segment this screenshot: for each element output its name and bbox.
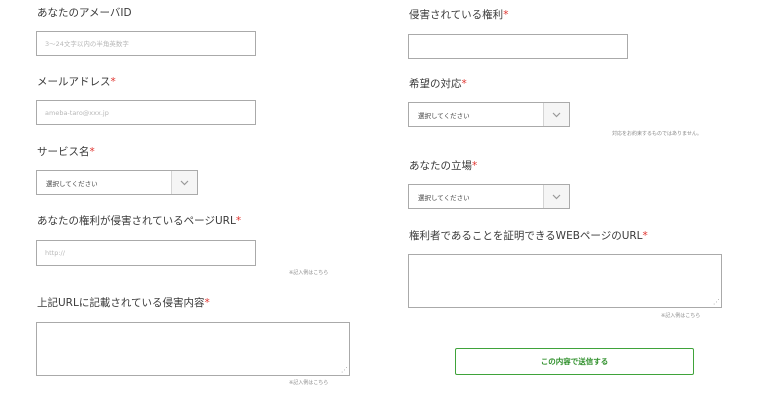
page-url-label: あなたの権利が侵害されているページURL* [37, 215, 242, 227]
page-url-input[interactable] [36, 240, 256, 266]
position-label: あなたの立場* [409, 160, 478, 172]
service-label: サービス名* [37, 146, 95, 158]
chevron-down-icon [543, 103, 569, 126]
infringed-right-input[interactable] [408, 34, 628, 59]
position-select-value: 選択してください [418, 193, 470, 202]
content-label: 上記URLに記載されている侵害内容* [37, 297, 210, 309]
ameba-id-input[interactable] [36, 31, 256, 56]
content-textarea[interactable] [36, 322, 350, 376]
page-url-example-link[interactable]: ※記入例はこちら [289, 270, 328, 276]
resize-grip-icon[interactable]: ⋰ [341, 367, 348, 374]
service-select[interactable]: 選択してください [36, 170, 198, 195]
content-example-link[interactable]: ※記入例はこちら [289, 380, 328, 386]
service-select-value: 選択してください [46, 179, 98, 188]
proof-url-textarea[interactable] [408, 254, 722, 308]
desired-action-note: 対応をお約束するものではありません。 [612, 131, 702, 137]
infringed-right-label: 侵害されている権利* [409, 9, 509, 21]
chevron-down-icon [171, 171, 197, 194]
desired-action-select[interactable]: 選択してください [408, 102, 570, 127]
ameba-id-label: あなたのアメーバID [37, 7, 132, 19]
chevron-down-icon [543, 185, 569, 208]
submit-button[interactable]: この内容で送信する [455, 348, 694, 375]
desired-action-select-value: 選択してください [418, 111, 470, 120]
resize-grip-icon[interactable]: ⋰ [713, 299, 720, 306]
position-select[interactable]: 選択してください [408, 184, 570, 209]
email-label: メールアドレス* [37, 76, 116, 88]
proof-url-label: 権利者であることを証明できるWEBページのURL* [409, 230, 648, 242]
desired-action-label: 希望の対応* [409, 78, 467, 90]
email-input[interactable] [36, 100, 256, 125]
proof-url-example-link[interactable]: ※記入例はこちら [661, 313, 700, 319]
